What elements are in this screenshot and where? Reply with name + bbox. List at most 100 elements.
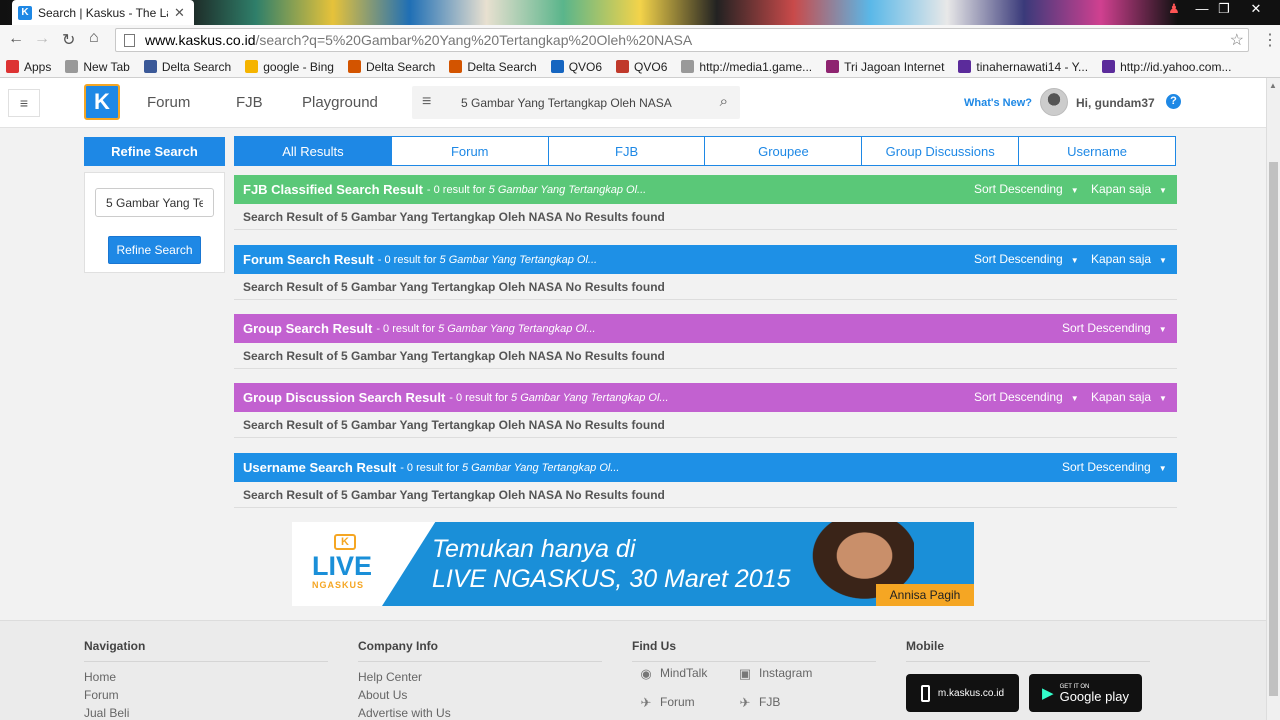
bookmark-item[interactable]: Delta Search [347, 60, 435, 74]
tab-forum[interactable]: Forum [392, 137, 549, 165]
mkaskus-button[interactable]: m.kaskus.co.id [906, 674, 1019, 712]
tab-fjb[interactable]: FJB [549, 137, 706, 165]
bookmark-item[interactable]: New Tab [65, 59, 130, 74]
bookmark-item[interactable]: http://media1.game... [681, 60, 812, 74]
footer-link-instagram[interactable]: ▣ Instagram [737, 666, 813, 681]
minimize-icon[interactable]: — [1190, 1, 1214, 16]
instagram-icon: ▣ [738, 666, 752, 681]
footer-link-mindtalk[interactable]: ◉ MindTalk [638, 666, 708, 681]
chrome-menu-icon[interactable]: ⋮ [1262, 30, 1278, 50]
result-section-title[interactable]: Forum Search Result [243, 252, 374, 267]
reload-icon[interactable]: ↻ [62, 30, 75, 50]
bookmark-label: Tri Jagoan Internet [844, 59, 945, 74]
browser-tab[interactable]: K Search | Kaskus - The Larg ✕ [12, 0, 194, 25]
time-dropdown[interactable]: Kapan saja ▼ [1091, 252, 1167, 266]
footer-mobile-title: Mobile [906, 639, 1150, 662]
result-count: - 0 result for 5 Gambar Yang Tertangkap … [376, 323, 595, 335]
side-menu-icon[interactable]: ≡ [8, 89, 40, 117]
sort-dropdown[interactable]: Sort Descending ▼ [974, 182, 1079, 196]
result-section-title[interactable]: Group Search Result [243, 321, 372, 336]
result-section-title[interactable]: Username Search Result [243, 460, 396, 475]
result-section-body: Search Result of 5 Gambar Yang Tertangka… [234, 412, 1177, 438]
result-count: - 0 result for 5 Gambar Yang Tertangkap … [449, 392, 668, 404]
sort-dropdown[interactable]: Sort Descending ▼ [974, 390, 1079, 404]
bookmark-item[interactable]: Delta Search [449, 60, 537, 74]
scroll-up-icon[interactable]: ▲ [1269, 81, 1277, 90]
close-window-icon[interactable]: ✕ [1244, 1, 1268, 17]
home-icon[interactable]: ⌂ [89, 29, 99, 47]
footer-link-advertise[interactable]: Advertise with Us [358, 706, 602, 720]
sort-dropdown[interactable]: Sort Descending ▼ [1062, 321, 1167, 335]
scrollbar-thumb[interactable] [1269, 162, 1278, 696]
refine-search-title: Refine Search [84, 137, 225, 166]
phone-icon [920, 684, 930, 702]
footer-link-twitter-forum[interactable]: ✈ Forum [638, 695, 695, 710]
refine-search-input[interactable] [95, 188, 214, 217]
bookmark-item[interactable]: QVO6 [616, 60, 667, 74]
result-section: Group Search Result - 0 result for 5 Gam… [234, 314, 1177, 369]
tab-all-results[interactable]: All Results [235, 137, 392, 165]
bookmark-item[interactable]: http://id.yahoo.com... [1102, 60, 1231, 74]
page-icon [65, 60, 79, 73]
sort-dropdown[interactable]: Sort Descending ▼ [1062, 460, 1167, 474]
refine-search-button[interactable]: Refine Search [108, 236, 201, 264]
time-dropdown[interactable]: Kapan saja ▼ [1091, 182, 1167, 196]
bookmark-item[interactable]: tinahernawati14 - Y... [958, 60, 1088, 74]
bookmark-star-icon[interactable]: ☆ [1230, 30, 1244, 50]
site-search-input[interactable]: 5 Gambar Yang Tertangkap Oleh NASA [461, 96, 672, 110]
search-icon[interactable]: ⌕ [720, 93, 728, 110]
nav-fjb[interactable]: FJB [236, 94, 263, 111]
user-greeting[interactable]: Hi, gundam37 [1076, 96, 1155, 110]
chevron-down-icon: ▼ [1158, 325, 1167, 334]
nav-forum[interactable]: Forum [147, 94, 190, 111]
footer-link-forum[interactable]: Forum [84, 688, 328, 706]
address-bar[interactable]: www.kaskus.co.id/search?q=5%20Gambar%20Y… [115, 28, 1249, 52]
v9-icon [616, 60, 630, 73]
twitter-icon: ✈ [640, 695, 652, 710]
page-icon [681, 60, 695, 73]
footer-link-home[interactable]: Home [84, 670, 328, 688]
page-scrollbar[interactable]: ▲ [1266, 78, 1280, 720]
footer-findus-title: Find Us [632, 639, 876, 662]
bookmark-label: New Tab [83, 59, 130, 74]
bookmark-label: http://media1.game... [699, 59, 813, 74]
result-count: - 0 result for 5 Gambar Yang Tertangkap … [427, 184, 646, 196]
site-search[interactable]: ≡ 5 Gambar Yang Tertangkap Oleh NASA ⌕ [412, 86, 740, 119]
avatar[interactable] [1040, 88, 1068, 116]
result-section-title[interactable]: Group Discussion Search Result [243, 390, 445, 405]
result-section-body: Search Result of 5 Gambar Yang Tertangka… [234, 274, 1177, 300]
result-section-header: Forum Search Result - 0 result for 5 Gam… [234, 245, 1177, 274]
footer-link-jual-beli[interactable]: Jual Beli [84, 706, 328, 720]
bookmark-item[interactable]: Tri Jagoan Internet [826, 60, 944, 74]
footer-mindtalk-label: MindTalk [660, 666, 708, 680]
close-tab-icon[interactable]: ✕ [174, 5, 185, 21]
back-icon[interactable]: ← [8, 30, 24, 48]
footer-link-about-us[interactable]: About Us [358, 688, 602, 706]
bookmark-item[interactable]: QVO6 [550, 60, 602, 74]
sort-dropdown[interactable]: Sort Descending ▼ [974, 252, 1079, 266]
help-icon[interactable]: ? [1166, 94, 1181, 109]
bookmark-item[interactable]: Delta Search [143, 60, 231, 74]
google-play-button[interactable]: ▶ GET IT ON Google play [1029, 674, 1142, 712]
restore-icon[interactable]: ❐ [1212, 1, 1236, 17]
bookmark-item[interactable]: Apps [6, 60, 51, 74]
footer-navigation-title: Navigation [84, 639, 328, 662]
tab-groupee[interactable]: Groupee [705, 137, 863, 165]
search-category-menu-icon[interactable]: ≡ [422, 93, 431, 111]
user-profile-icon[interactable]: ♟ [1162, 1, 1186, 17]
footer-instagram-label: Instagram [759, 666, 813, 680]
live-ngaskus-banner[interactable]: K LIVE NGASKUS Temukan hanya di LIVE NGA… [292, 522, 974, 606]
whats-new-link[interactable]: What's New? [964, 97, 1032, 109]
tri-icon [826, 60, 840, 73]
kaskus-logo[interactable]: K [84, 84, 120, 120]
footer-link-help-center[interactable]: Help Center [358, 670, 602, 688]
forward-icon[interactable]: → [34, 30, 50, 48]
time-dropdown[interactable]: Kapan saja ▼ [1091, 390, 1167, 404]
bookmark-item[interactable]: google - Bing [245, 60, 334, 74]
tab-group-discussions[interactable]: Group Discussions [862, 137, 1020, 165]
footer-link-twitter-fjb[interactable]: ✈ FJB [737, 695, 781, 710]
nav-playground[interactable]: Playground [302, 94, 378, 111]
facebook-icon [143, 60, 157, 73]
tab-username[interactable]: Username [1019, 137, 1175, 165]
result-section-title[interactable]: FJB Classified Search Result [243, 182, 423, 197]
